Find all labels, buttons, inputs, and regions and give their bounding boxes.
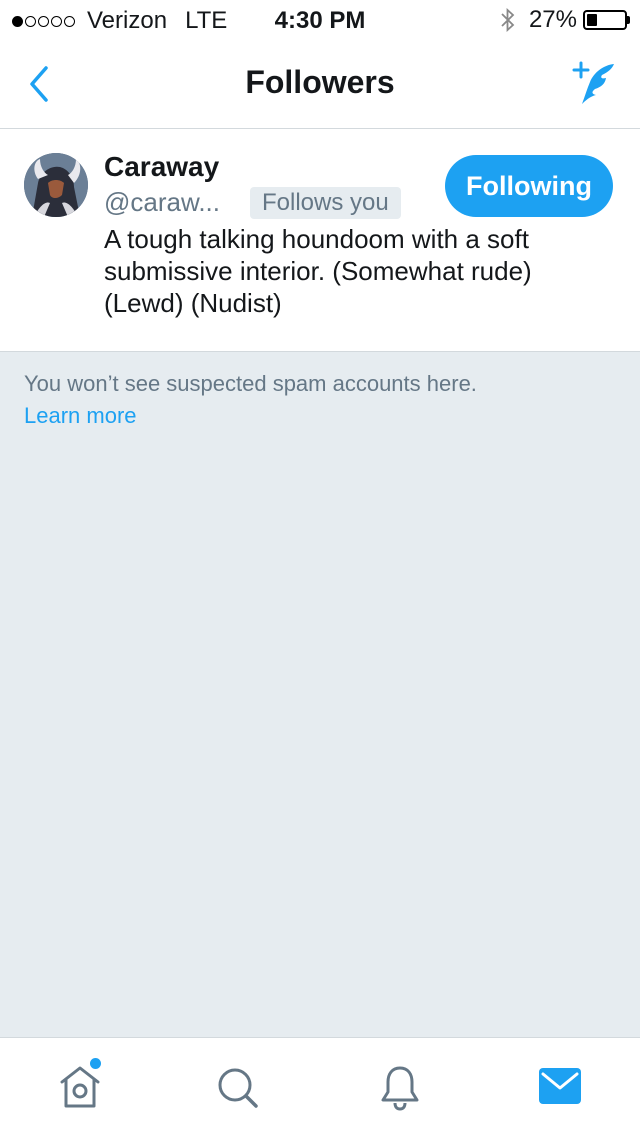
- learn-more-link[interactable]: Learn more: [24, 400, 137, 432]
- tab-bar: [0, 1037, 640, 1137]
- follows-you-badge: Follows you: [250, 187, 401, 219]
- user-bio: A tough talking houndoom with a soft sub…: [104, 224, 532, 318]
- battery-percent: 27%: [528, 6, 577, 33]
- following-button[interactable]: Following: [445, 155, 613, 217]
- battery-icon: [583, 10, 627, 30]
- avatar[interactable]: [24, 153, 88, 217]
- search-icon[interactable]: [214, 1062, 262, 1112]
- status-right: 27%: [499, 6, 630, 34]
- nav-bar: Followers: [0, 40, 640, 129]
- user-handle: @caraw...: [104, 187, 220, 217]
- bluetooth-icon: [501, 7, 515, 33]
- status-bar: Verizon LTE 4:30 PM 27%: [0, 0, 640, 40]
- new-content-dot: [90, 1058, 101, 1069]
- home-icon[interactable]: [56, 1062, 104, 1112]
- display-name[interactable]: Caraway: [104, 151, 219, 183]
- envelope-icon[interactable]: [536, 1062, 584, 1112]
- add-feather-icon[interactable]: [568, 58, 620, 110]
- spam-notice: You won’t see suspected spam accounts he…: [24, 371, 477, 396]
- bell-icon[interactable]: [376, 1062, 424, 1112]
- battery-level: [587, 14, 597, 26]
- follower-row[interactable]: Caraway @caraw... Follows you Following …: [0, 129, 640, 352]
- page-title: Followers: [245, 64, 395, 100]
